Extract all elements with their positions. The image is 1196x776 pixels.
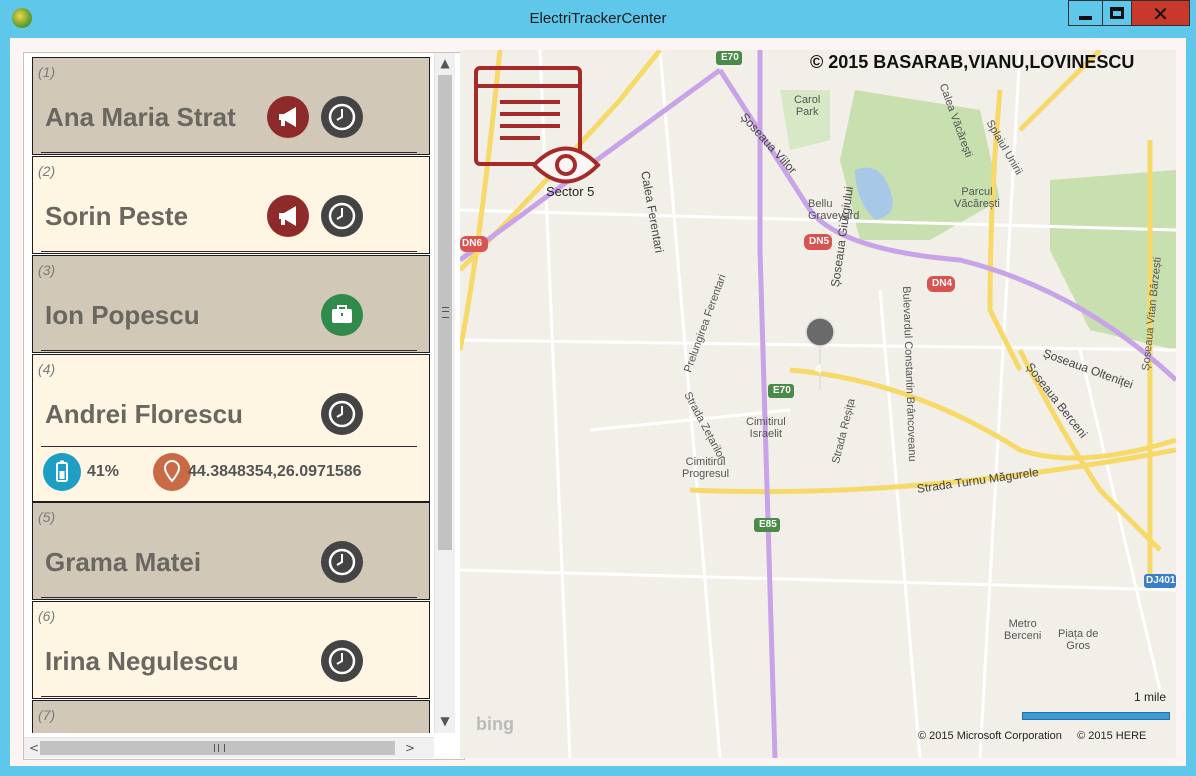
clock-icon[interactable]	[321, 96, 363, 138]
vertical-scroll-thumb[interactable]	[438, 75, 452, 550]
people-list-panel: (1) Ana Maria Strat (2) Sorin Peste (3) …	[23, 52, 465, 760]
map-label: Metro Berceni	[1004, 618, 1042, 642]
item-index: (7)	[38, 707, 56, 723]
device-info-row: 41% 44.3848354,26.0971586	[33, 453, 431, 497]
list-item-person-1[interactable]: (1) Ana Maria Strat	[32, 57, 430, 155]
map-pin	[805, 317, 835, 391]
grip-icon	[214, 744, 225, 752]
map-label: Carol Park	[794, 94, 821, 118]
route-shield-e70: E70	[773, 385, 791, 396]
person-name: Ana Maria Strat	[45, 102, 236, 132]
list-item-person-7[interactable]: (7)	[32, 700, 430, 733]
divider	[41, 251, 417, 252]
scroll-down-arrow[interactable]: ▼	[435, 711, 455, 731]
person-name: Andrei Florescu	[45, 399, 243, 429]
person-name: Irina Negulescu	[45, 646, 239, 676]
close-icon: ✕	[1152, 2, 1169, 26]
maximize-icon	[1110, 7, 1124, 19]
minimize-icon	[1079, 16, 1092, 20]
route-shield-dj401: DJ401	[1146, 575, 1176, 586]
people-list: (1) Ana Maria Strat (2) Sorin Peste (3) …	[32, 57, 432, 733]
scroll-right-arrow[interactable]: >	[400, 738, 420, 758]
person-name: Grama Matei	[45, 547, 202, 577]
map-label: Piața de Gros	[1058, 628, 1099, 652]
item-index: (4)	[38, 361, 56, 377]
window-title: ElectriTrackerCenter	[529, 10, 667, 27]
client-area: (1) Ana Maria Strat (2) Sorin Peste (3) …	[10, 38, 1186, 766]
bing-logo: bing	[476, 714, 514, 734]
vertical-scrollbar[interactable]: ▲ ▼	[434, 53, 455, 733]
map-label: Parcul Văcărești	[954, 186, 1000, 210]
item-index: (5)	[38, 509, 56, 525]
map-scale-bar	[1022, 712, 1170, 720]
close-button[interactable]: ✕	[1132, 0, 1190, 26]
map-attribution: © 2015 Microsoft Corporation © 2015 HERE	[918, 730, 1147, 742]
title-bar: ElectriTrackerCenter ✕	[0, 0, 1196, 38]
item-index: (2)	[38, 163, 56, 179]
item-index: (1)	[38, 64, 56, 80]
divider	[41, 152, 417, 153]
park-area	[840, 90, 1000, 240]
person-name: Ion Popescu	[45, 300, 200, 330]
item-index: (6)	[38, 608, 56, 624]
grip-icon	[442, 307, 449, 318]
briefcase-icon[interactable]	[321, 294, 363, 336]
horizontal-scrollbar[interactable]: < >	[24, 737, 434, 758]
clock-icon[interactable]	[321, 640, 363, 682]
map-label: Cimitirul Israelit	[746, 416, 786, 440]
list-item-person-4[interactable]: (4) Andrei Florescu 41% 44.3848354,26.09…	[32, 354, 430, 502]
map-view[interactable]: © 2015 BASARAB,VIANU,LOVINESCU Sector 5 …	[460, 50, 1176, 758]
list-item-person-5[interactable]: (5) Grama Matei	[32, 502, 430, 600]
item-index: (3)	[38, 262, 56, 278]
horizontal-scroll-thumb[interactable]	[40, 741, 395, 755]
location-pin-icon	[153, 453, 191, 491]
map-scale-label: 1 mile	[1134, 690, 1167, 704]
person-name: Sorin Peste	[45, 201, 189, 231]
divider	[41, 597, 417, 598]
sector-label: Sector 5	[546, 184, 595, 199]
map-copyright-banner: © 2015 BASARAB,VIANU,LOVINESCU	[810, 52, 1135, 72]
minimize-button[interactable]	[1068, 0, 1102, 26]
route-shield-e85: E85	[759, 519, 777, 530]
clock-icon[interactable]	[321, 393, 363, 435]
megaphone-icon[interactable]	[267, 96, 309, 138]
maximize-button[interactable]	[1102, 0, 1132, 26]
divider	[41, 696, 417, 697]
divider	[41, 446, 417, 447]
list-item-person-2[interactable]: (2) Sorin Peste	[32, 156, 430, 254]
megaphone-icon[interactable]	[267, 195, 309, 237]
battery-level: 41%	[87, 463, 120, 480]
list-item-person-6[interactable]: (6) Irina Negulescu	[32, 601, 430, 699]
list-item-person-3[interactable]: (3) Ion Popescu	[32, 255, 430, 353]
route-shield-dn4: DN4	[932, 278, 953, 289]
scroll-up-arrow[interactable]: ▲	[435, 53, 455, 73]
route-shield-dn5: DN5	[809, 236, 830, 247]
route-shield-e70: E70	[721, 52, 739, 63]
map-pin-number[interactable]: 4	[815, 362, 822, 376]
battery-icon	[43, 453, 81, 491]
clock-icon[interactable]	[321, 541, 363, 583]
clock-icon[interactable]	[321, 195, 363, 237]
location-coordinates: 44.3848354,26.0971586	[188, 463, 362, 480]
route-shield-dn6: DN6	[462, 238, 483, 249]
divider	[41, 350, 417, 351]
